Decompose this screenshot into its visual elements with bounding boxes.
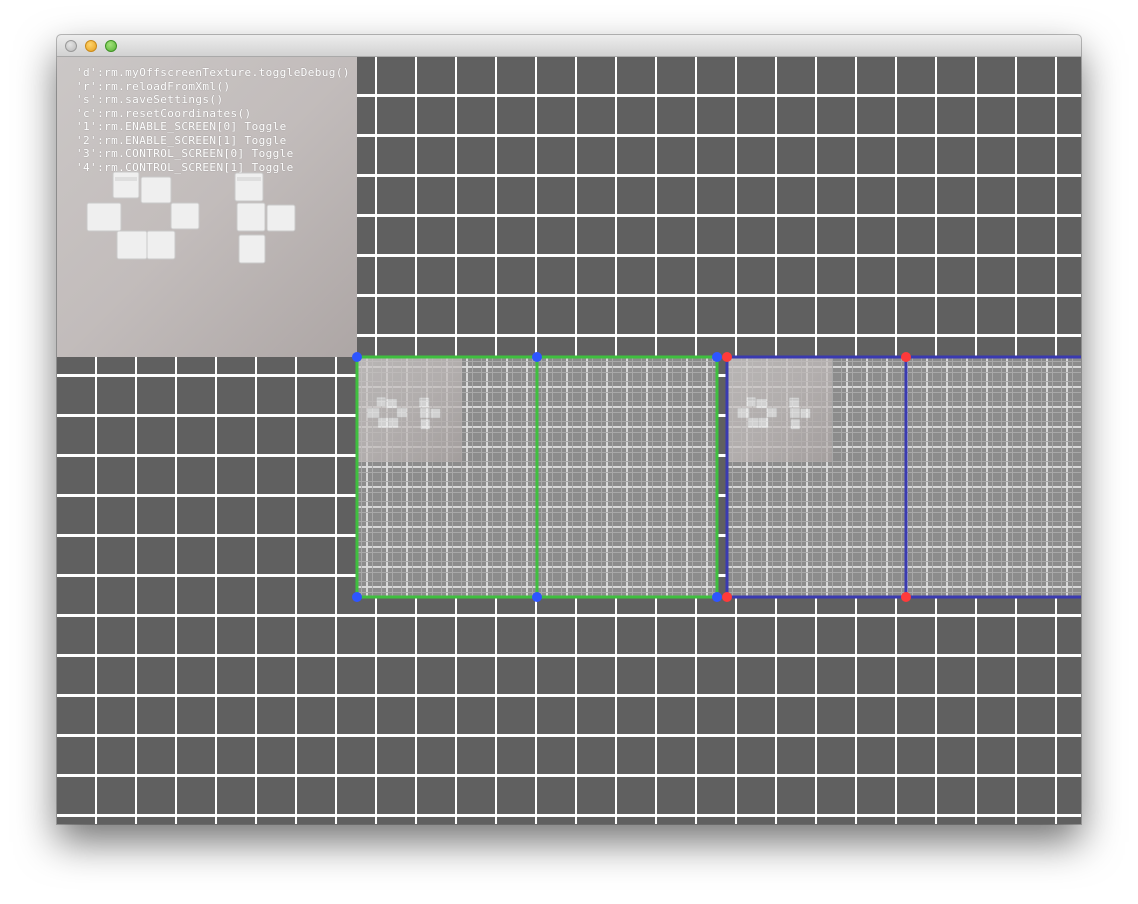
help-line: 'd':rm.myOffscreenTexture.toggleDebug() <box>76 66 350 79</box>
help-line: '4':rm.CONTROL_SCREEN[1] Toggle <box>76 160 294 174</box>
close-button[interactable] <box>65 40 77 52</box>
help-line: 'c':rm.resetCoordinates() <box>76 106 252 120</box>
handle-point <box>352 592 362 602</box>
help-line: '2':rm.ENABLE_SCREEN[1] Toggle <box>76 133 287 147</box>
handle-point <box>712 592 722 602</box>
keyboard-help: 'd':rm.myOffscreenTexture.toggleDebug() … <box>76 66 350 174</box>
screen-1-quad[interactable] <box>725 355 1081 599</box>
help-line: 's':rm.saveSettings() <box>76 93 224 106</box>
help-line: '3':rm.CONTROL_SCREEN[0] Toggle <box>76 147 294 160</box>
handle-point <box>532 592 542 602</box>
screen-0-quad[interactable] <box>355 355 719 599</box>
app-window: 'd':rm.myOffscreenTexture.toggleDebug() … <box>57 35 1081 824</box>
title-bar[interactable] <box>57 35 1081 57</box>
minimize-button[interactable] <box>85 40 97 52</box>
help-line: '1':rm.ENABLE_SCREEN[0] Toggle <box>76 120 287 133</box>
handle-point <box>532 352 542 362</box>
handle-point <box>722 592 732 602</box>
maximize-button[interactable] <box>105 40 117 52</box>
help-line: 'r':rm.reloadFromXml() <box>76 79 231 93</box>
handle-point <box>722 352 732 362</box>
render-canvas[interactable]: 'd':rm.myOffscreenTexture.toggleDebug() … <box>57 57 1081 824</box>
handle-point <box>712 352 722 362</box>
handle-point <box>901 592 911 602</box>
handle-point <box>901 352 911 362</box>
handle-point <box>352 352 362 362</box>
